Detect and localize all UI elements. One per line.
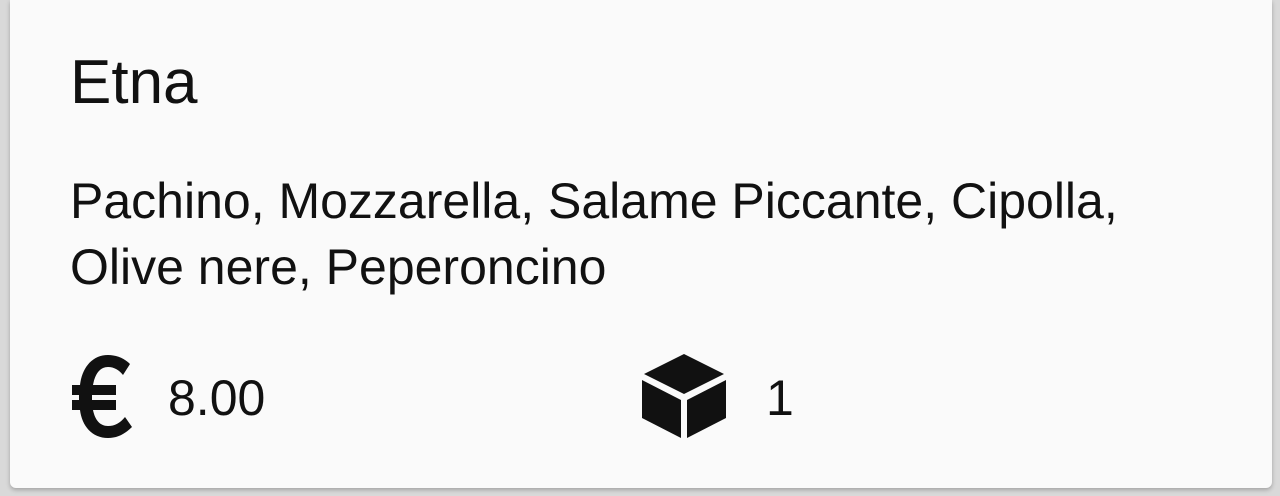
- product-name: Etna: [70, 48, 198, 117]
- euro-icon: [70, 350, 136, 440]
- product-quantity: 1: [766, 370, 794, 426]
- cube-icon: [638, 350, 730, 442]
- product-card[interactable]: Etna Pachino, Mozzarella, Salame Piccant…: [10, 0, 1272, 488]
- product-info-row: 8.00 1: [70, 350, 1220, 442]
- product-ingredients: Pachino, Mozzarella, Salame Piccante, Ci…: [70, 173, 1118, 295]
- product-price: 8.00: [168, 370, 266, 426]
